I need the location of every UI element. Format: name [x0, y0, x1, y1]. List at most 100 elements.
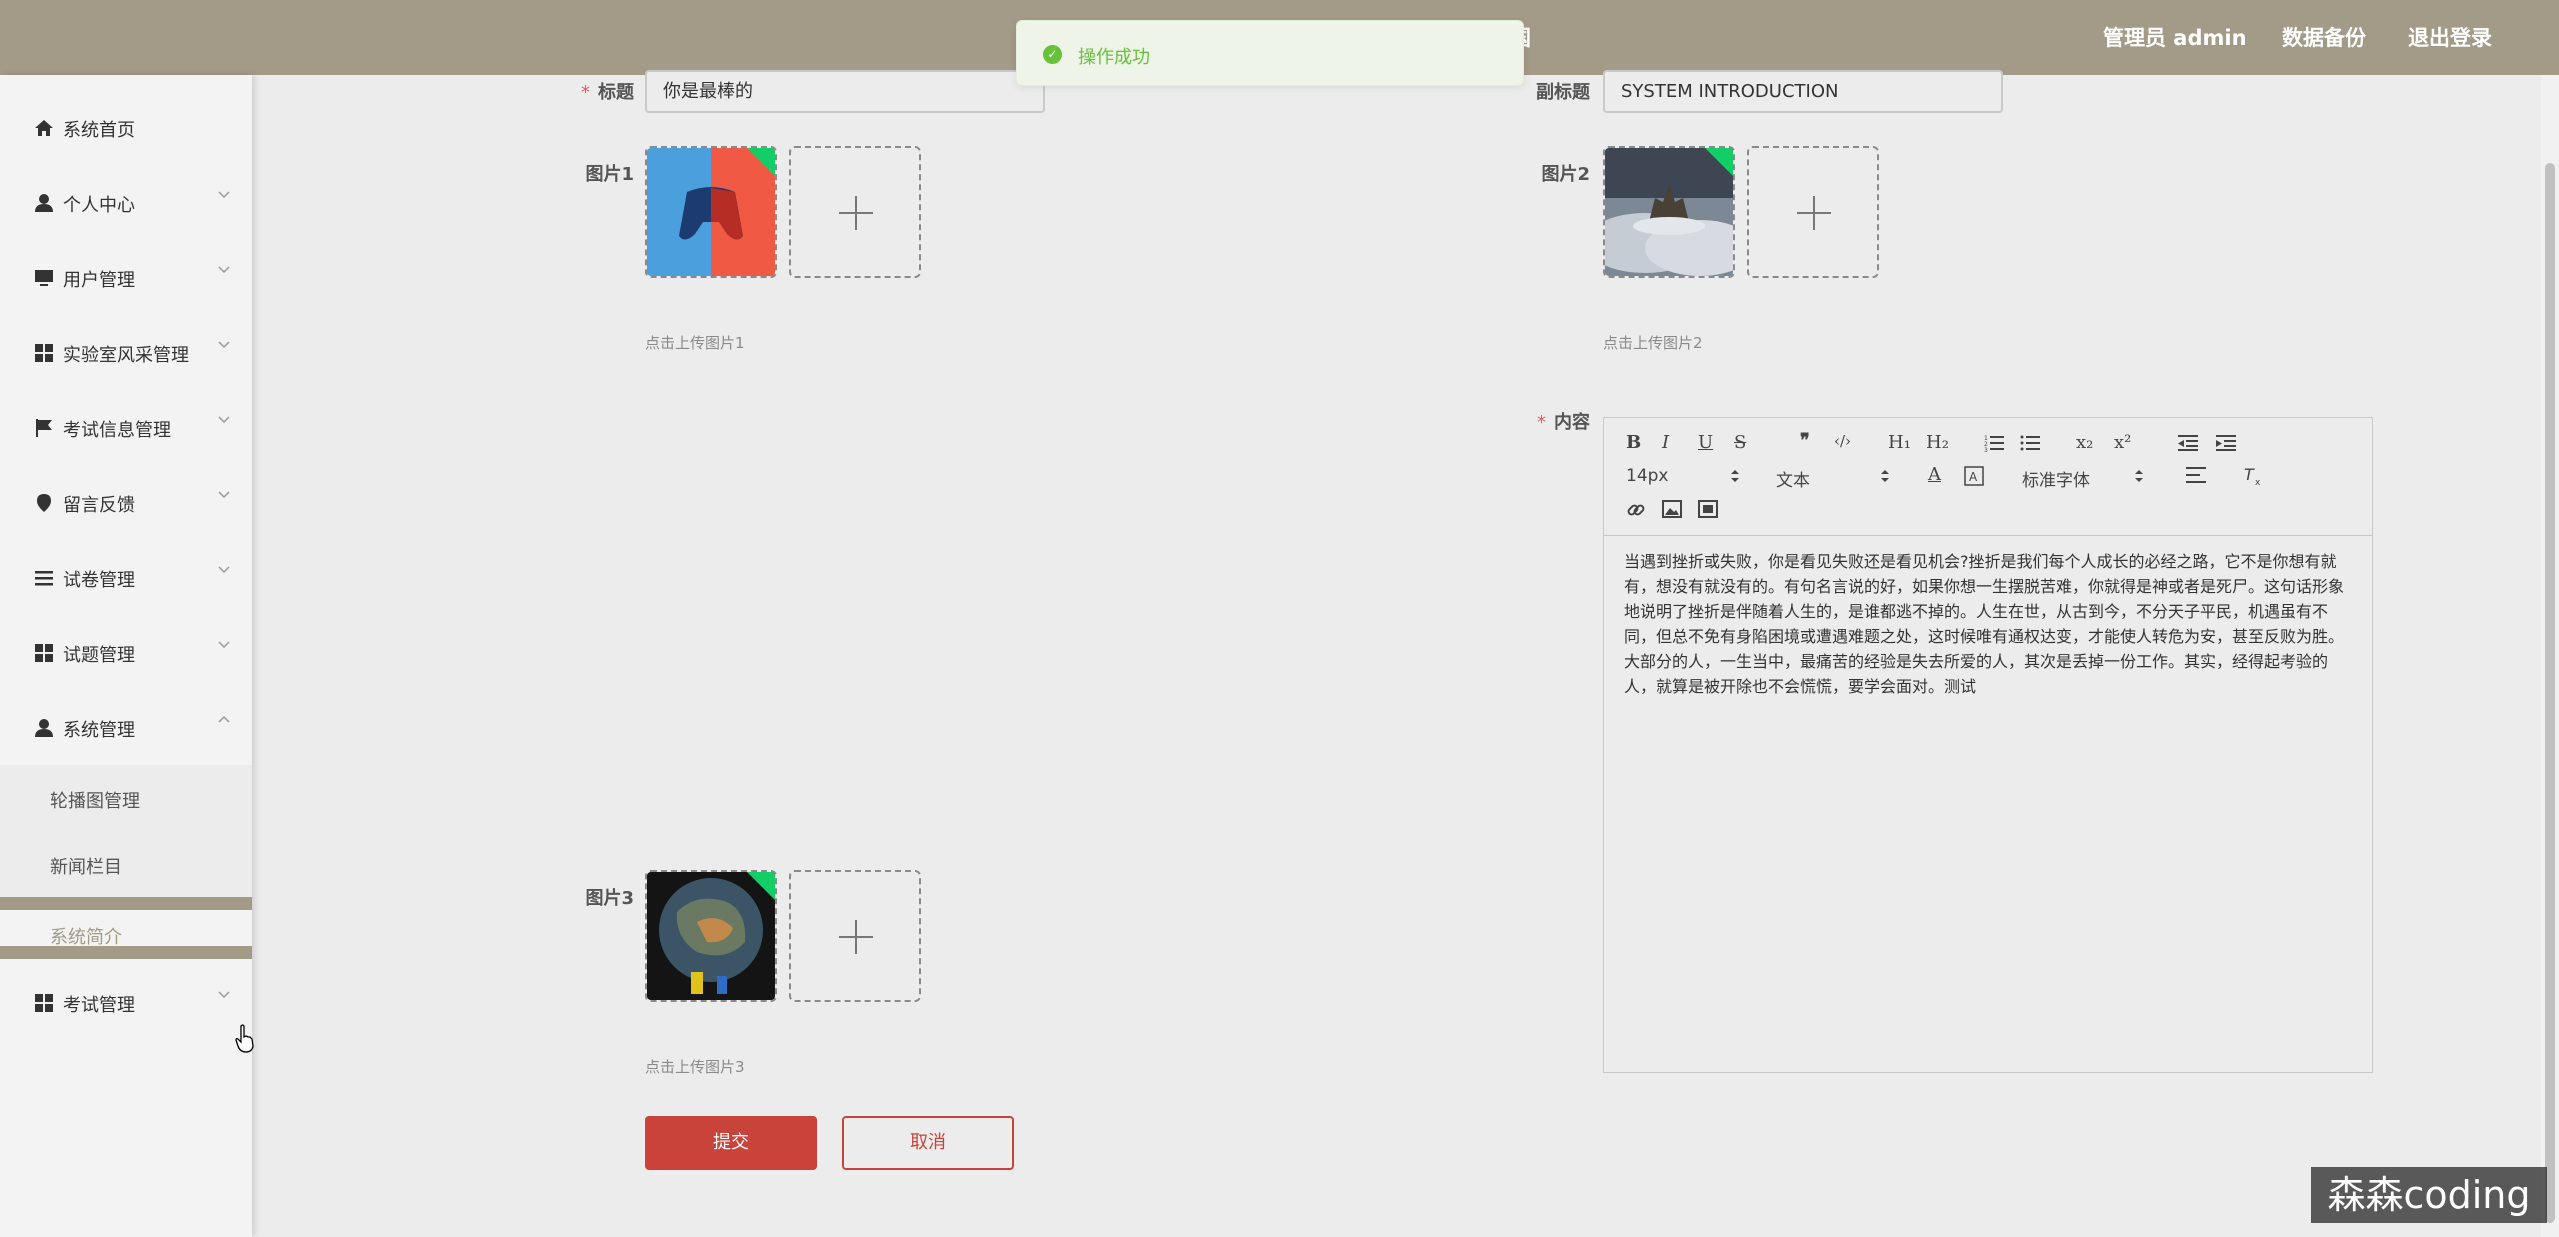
video-icon[interactable] [1698, 500, 1718, 518]
sidebar-item-exam-management[interactable]: 考试管理 [0, 965, 252, 1040]
link-icon[interactable] [1626, 500, 1646, 520]
sidebar-item-lab-showcase[interactable]: 实验室风采管理 [0, 315, 252, 390]
header1-button[interactable]: H₁ [1888, 432, 1911, 453]
chevron-down-icon [218, 566, 230, 574]
toast-message: 操作成功 [1078, 47, 1150, 68]
grid-icon [35, 644, 53, 662]
data-backup-link[interactable]: 数据备份 [2282, 22, 2366, 52]
sidebar-item-label: 实验室风采管理 [63, 345, 189, 366]
submenu-item-label: 新闻栏目 [50, 857, 122, 878]
chevron-down-icon [218, 266, 230, 274]
sidebar-item-system-management[interactable]: 系统管理 [0, 690, 252, 765]
content-label-text: 内容 [1554, 412, 1590, 433]
blockquote-button[interactable]: ❞ [1800, 430, 1810, 451]
image3-label: 图片3 [585, 888, 634, 909]
font-family-select-arrows-icon [2135, 470, 2143, 482]
title-input[interactable]: 你是最棒的 [645, 70, 1045, 113]
font-size-select-arrows-icon [1731, 470, 1739, 482]
sidebar-item-label: 留言反馈 [63, 495, 135, 516]
image2-label: 图片2 [1541, 164, 1590, 185]
hand-cursor-icon [235, 1024, 254, 1053]
editor-toolbar: B I U S ❞ ‹/› H₁ H₂ 123 x₂ x² 14px 文本 A … [1604, 418, 2372, 536]
sidebar-item-question-management[interactable]: 试题管理 [0, 615, 252, 690]
logout-link[interactable]: 退出登录 [2408, 22, 2492, 52]
plus-icon [839, 920, 873, 954]
title-label-text: 标题 [598, 82, 634, 103]
home-icon [35, 120, 53, 136]
image3-thumbnail[interactable] [645, 870, 777, 1002]
ordered-list-icon[interactable]: 123 [1984, 434, 2004, 452]
header-select[interactable]: 文本 [1776, 466, 1810, 491]
chevron-down-icon [218, 991, 230, 999]
vertical-scrollbar[interactable] [2541, 75, 2559, 1237]
sidebar-item-label: 考试管理 [63, 995, 135, 1016]
content-label: * 内容 [1510, 408, 1590, 434]
uploaded-corner-badge [746, 148, 775, 177]
flag-icon [36, 419, 52, 437]
bullet-list-icon[interactable] [2020, 434, 2040, 452]
sidebar-item-label: 试题管理 [63, 645, 135, 666]
sidebar-item-label: 试卷管理 [63, 570, 135, 591]
submenu-item-system-intro[interactable]: 系统简介 [0, 897, 252, 959]
scrollbar-thumb[interactable] [2545, 163, 2555, 1223]
strikethrough-button[interactable]: S [1734, 432, 1746, 453]
outdent-icon[interactable] [2178, 434, 2198, 452]
sidebar-item-paper-management[interactable]: 试卷管理 [0, 540, 252, 615]
sidebar-item-feedback[interactable]: 留言反馈 [0, 465, 252, 540]
submit-button[interactable]: 提交 [645, 1116, 817, 1170]
chevron-down-icon [218, 191, 230, 199]
check-circle-icon: ✓ [1043, 45, 1062, 64]
plus-icon [839, 196, 873, 230]
sidebar-item-user-management[interactable]: 用户管理 [0, 240, 252, 315]
watermark: 森森coding [2311, 1167, 2547, 1223]
font-color-button[interactable]: A [1928, 464, 1941, 485]
grid-icon [35, 344, 53, 362]
plus-icon [1797, 196, 1831, 230]
image1-upload-button[interactable] [789, 146, 921, 278]
code-block-button[interactable]: ‹/› [1834, 432, 1851, 450]
clear-format-icon[interactable]: Tx [2244, 466, 2266, 486]
chevron-down-icon [218, 416, 230, 424]
uploaded-corner-badge [1704, 148, 1733, 177]
sidebar-item-home[interactable]: 系统首页 [0, 90, 252, 165]
background-color-icon[interactable]: A [1964, 466, 1984, 486]
required-mark: * [1537, 412, 1546, 433]
align-icon[interactable] [2186, 466, 2206, 484]
image3-upload-button[interactable] [789, 870, 921, 1002]
image2-hint: 点击上传图片2 [1603, 334, 1703, 352]
header2-button[interactable]: H₂ [1926, 432, 1949, 453]
image1-thumbnail[interactable] [645, 146, 777, 278]
italic-button[interactable]: I [1662, 432, 1669, 453]
font-family-select[interactable]: 标准字体 [2022, 466, 2090, 491]
grid-icon [35, 994, 53, 1012]
required-mark: * [581, 82, 590, 103]
success-toast: ✓ 操作成功 [1016, 20, 1524, 86]
rich-text-editor[interactable]: B I U S ❞ ‹/› H₁ H₂ 123 x₂ x² 14px 文本 A … [1603, 417, 2373, 1073]
image2-thumbnail[interactable] [1603, 146, 1735, 278]
header-select-arrows-icon [1881, 470, 1889, 482]
editor-content[interactable]: 当遇到挫折或失败，你是看见失败还是看见机会?挫折是我们每个人成长的必经之路，它不… [1624, 549, 2359, 699]
sidebar-item-personal-center[interactable]: 个人中心 [0, 165, 252, 240]
image-icon[interactable] [1662, 500, 1682, 518]
submenu-item-carousel[interactable]: 轮播图管理 [0, 765, 252, 831]
admin-user-label[interactable]: 管理员 admin [2103, 22, 2247, 52]
image3-hint: 点击上传图片3 [645, 1058, 745, 1076]
font-size-select[interactable]: 14px [1626, 466, 1668, 486]
title-label: * 标题 [560, 78, 634, 104]
list-icon [35, 571, 53, 586]
monitor-icon [35, 270, 53, 286]
cancel-button[interactable]: 取消 [842, 1116, 1014, 1170]
subscript-button[interactable]: x₂ [2076, 432, 2093, 453]
superscript-button[interactable]: x² [2114, 432, 2131, 453]
sidebar-item-label: 考试信息管理 [63, 420, 171, 441]
image2-upload-button[interactable] [1747, 146, 1879, 278]
location-icon [37, 494, 51, 512]
subtitle-input[interactable]: SYSTEM INTRODUCTION [1603, 70, 2003, 113]
sidebar-item-exam-info[interactable]: 考试信息管理 [0, 390, 252, 465]
bold-button[interactable]: B [1626, 432, 1641, 453]
sidebar-item-label: 个人中心 [63, 195, 135, 216]
submenu-item-news-column[interactable]: 新闻栏目 [0, 831, 252, 897]
underline-button[interactable]: U [1698, 432, 1713, 453]
indent-icon[interactable] [2216, 434, 2236, 452]
chevron-down-icon [218, 341, 230, 349]
